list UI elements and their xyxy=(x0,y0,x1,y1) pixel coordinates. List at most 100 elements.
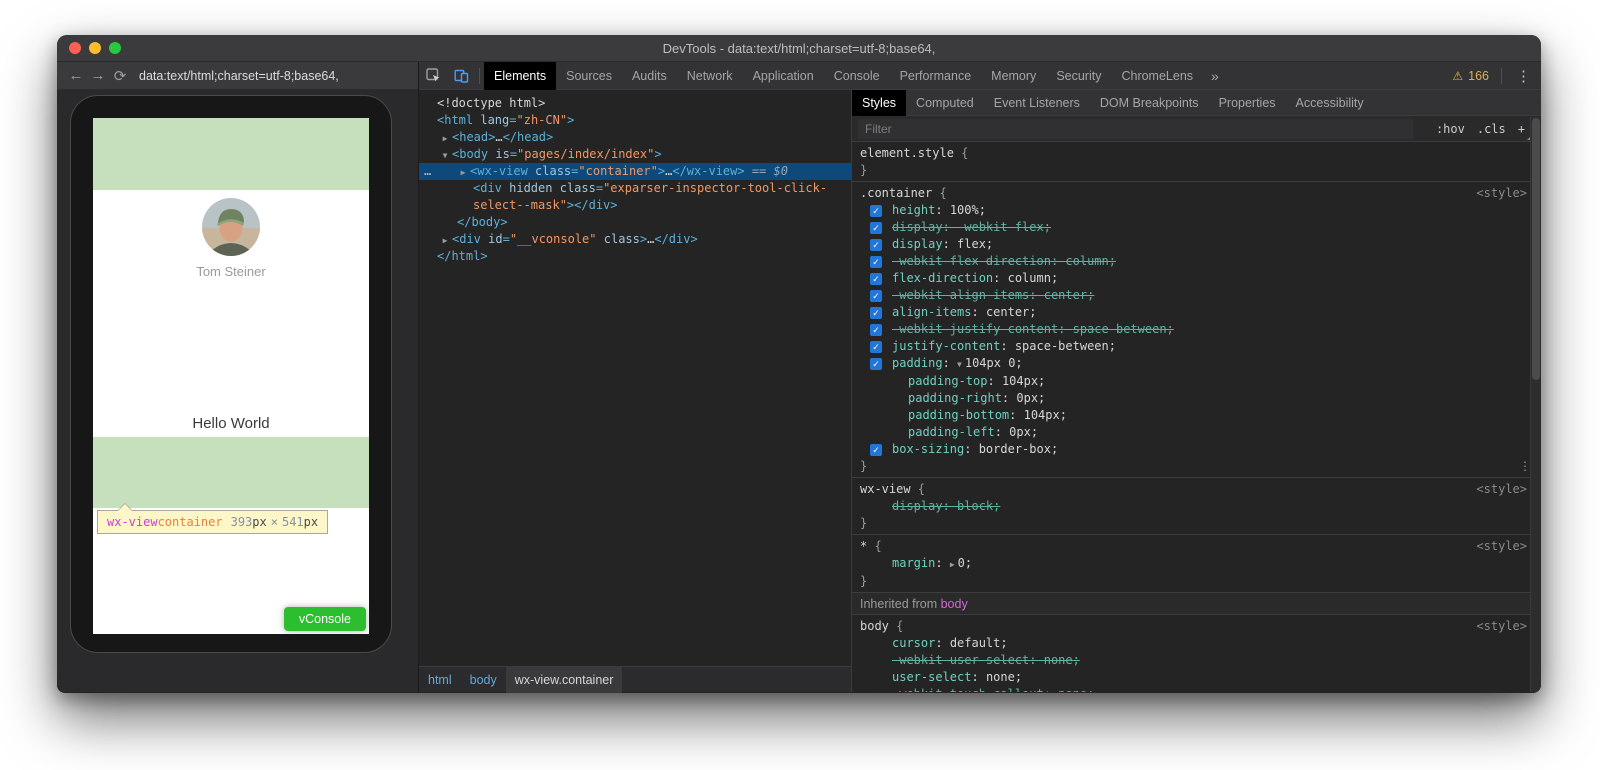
dom-node[interactable]: </html> xyxy=(419,248,851,265)
tab-chromelens[interactable]: ChromeLens xyxy=(1111,62,1203,90)
fullscreen-window-button[interactable] xyxy=(109,42,121,54)
dom-node-selected[interactable]: …▶<wx-view class="container">…</wx-view>… xyxy=(419,163,851,180)
css-property[interactable]: ✓padding: ▼104px 0; xyxy=(852,355,1541,373)
stylesheet-link[interactable]: <style> xyxy=(1476,185,1527,202)
sidebar-tab-accessibility[interactable]: Accessibility xyxy=(1286,90,1374,116)
css-property[interactable]: ✓height: 100%; xyxy=(852,202,1541,219)
css-selector[interactable]: element.style xyxy=(860,146,954,160)
tab-sources[interactable]: Sources xyxy=(556,62,622,90)
tab-network[interactable]: Network xyxy=(677,62,743,90)
property-checkbox[interactable]: ✓ xyxy=(870,341,882,353)
expand-closed-icon[interactable]: ▶ xyxy=(439,232,451,249)
stylesheet-link[interactable]: <style> xyxy=(1476,481,1527,498)
dom-node[interactable]: <html lang="zh-CN"> xyxy=(419,112,851,129)
css-property[interactable]: ✓justify-content: space-between; xyxy=(852,338,1541,355)
expand-open-icon[interactable]: ▼ xyxy=(439,147,451,164)
css-property[interactable]: ✓-webkit-align-items: center; xyxy=(852,287,1541,304)
property-checkbox[interactable]: ✓ xyxy=(870,205,882,217)
property-value: space-between; xyxy=(1015,339,1116,353)
stylesheet-link[interactable]: <style> xyxy=(1476,538,1527,555)
css-property[interactable]: cursor: default; xyxy=(852,635,1541,652)
address-bar[interactable]: data:text/html;charset=utf-8;base64, xyxy=(139,69,339,83)
device-screen[interactable]: Tom Steiner Hello World wx-viewcontainer… xyxy=(93,118,369,634)
sidebar-tab-dom-breakpoints[interactable]: DOM Breakpoints xyxy=(1090,90,1209,116)
tab-elements[interactable]: Elements xyxy=(484,62,556,90)
property-checkbox[interactable]: ✓ xyxy=(870,307,882,319)
minimize-window-button[interactable] xyxy=(89,42,101,54)
property-checkbox[interactable]: ✓ xyxy=(870,324,882,336)
property-checkbox[interactable]: ✓ xyxy=(870,222,882,234)
vconsole-button[interactable]: vConsole xyxy=(284,607,366,631)
css-property[interactable]: ✓-webkit-justify-content: space-between; xyxy=(852,321,1541,338)
back-icon[interactable]: ← xyxy=(65,67,87,84)
property-name: margin xyxy=(892,556,935,570)
inspect-element-icon[interactable] xyxy=(419,62,447,90)
tab-console[interactable]: Console xyxy=(824,62,890,90)
css-selector[interactable]: .container xyxy=(860,186,932,200)
dom-node[interactable]: ▶<head>…</head> xyxy=(419,129,851,146)
sidebar-tab-event-listeners[interactable]: Event Listeners xyxy=(984,90,1090,116)
toggle-hover-state-button[interactable]: :hov xyxy=(1436,122,1465,136)
property-warning-icon: ⚠ xyxy=(870,686,876,692)
reload-icon[interactable]: ⟳ xyxy=(109,67,131,85)
css-property[interactable]: ✓align-items: center; xyxy=(852,304,1541,321)
sidebar-tab-computed[interactable]: Computed xyxy=(906,90,984,116)
property-checkbox[interactable]: ✓ xyxy=(870,256,882,268)
property-value: flex; xyxy=(957,237,993,251)
dom-node[interactable]: ▶<div id="__vconsole" class>…</div> xyxy=(419,231,851,248)
crumb-wx-view-container[interactable]: wx-view.container xyxy=(506,667,623,693)
css-property[interactable]: -webkit-user-select: none; xyxy=(852,652,1541,669)
css-property[interactable]: ✓-webkit-flex-direction: column; xyxy=(852,253,1541,270)
css-property[interactable]: padding-top: 104px; xyxy=(852,373,1541,390)
css-property[interactable]: ⚠-webkit-touch-callout: none; xyxy=(852,686,1541,692)
dom-node[interactable]: <!doctype html> xyxy=(419,95,851,112)
tab-performance[interactable]: Performance xyxy=(890,62,982,90)
css-property[interactable]: padding-bottom: 104px; xyxy=(852,407,1541,424)
css-selector[interactable]: body xyxy=(860,619,889,633)
tab-application[interactable]: Application xyxy=(743,62,824,90)
more-tabs-icon[interactable]: » xyxy=(1203,62,1227,90)
css-property[interactable]: ✓box-sizing: border-box; xyxy=(852,441,1541,458)
sidebar-tab-styles[interactable]: Styles xyxy=(852,90,906,116)
dom-node[interactable]: select--mask"></div> xyxy=(419,197,851,214)
css-property[interactable]: padding-left: 0px; xyxy=(852,424,1541,441)
css-property[interactable]: ✓flex-direction: column; xyxy=(852,270,1541,287)
sidebar-tab-properties[interactable]: Properties xyxy=(1209,90,1286,116)
new-style-rule-button[interactable]: + xyxy=(1518,122,1525,136)
scrollbar-thumb[interactable] xyxy=(1532,118,1540,380)
window-titlebar[interactable]: DevTools - data:text/html;charset=utf-8;… xyxy=(57,35,1541,62)
property-checkbox[interactable]: ✓ xyxy=(870,290,882,302)
dom-node[interactable]: </body> xyxy=(419,214,851,231)
css-property[interactable]: display: block; xyxy=(852,498,1541,515)
devtools-menu-icon[interactable]: ⋮ xyxy=(1506,67,1541,85)
css-property[interactable]: ✓display: flex; xyxy=(852,236,1541,253)
close-window-button[interactable] xyxy=(69,42,81,54)
shorthand-closed-icon[interactable]: ▶ xyxy=(950,560,955,569)
stylesheet-link[interactable]: <style> xyxy=(1476,618,1527,635)
dom-node[interactable]: <div hidden class="exparser-inspector-to… xyxy=(419,180,851,197)
expand-closed-icon[interactable]: ▶ xyxy=(439,130,451,147)
property-checkbox[interactable]: ✓ xyxy=(870,239,882,251)
property-checkbox[interactable]: ✓ xyxy=(870,273,882,285)
inherited-node-link[interactable]: body xyxy=(941,597,968,611)
tab-audits[interactable]: Audits xyxy=(622,62,677,90)
property-checkbox[interactable]: ✓ xyxy=(870,444,882,456)
shorthand-open-icon[interactable]: ▼ xyxy=(957,360,962,369)
forward-icon[interactable]: → xyxy=(87,67,109,84)
css-property[interactable]: user-select: none; xyxy=(852,669,1541,686)
styles-filter-input[interactable] xyxy=(858,119,1413,139)
css-selector[interactable]: wx-view xyxy=(860,482,911,496)
tab-memory[interactable]: Memory xyxy=(981,62,1046,90)
css-property[interactable]: margin: ▶0; xyxy=(852,555,1541,573)
dom-node[interactable]: ▼<body is="pages/index/index"> xyxy=(419,146,851,163)
console-warning-badge[interactable]: ⚠ 166 xyxy=(1452,69,1489,83)
crumb-body[interactable]: body xyxy=(461,667,506,693)
toggle-device-toolbar-icon[interactable] xyxy=(447,62,475,90)
toggle-class-button[interactable]: .cls xyxy=(1477,122,1506,136)
property-checkbox[interactable]: ✓ xyxy=(870,358,882,370)
css-property[interactable]: ✓display: -webkit-flex; xyxy=(852,219,1541,236)
tab-security[interactable]: Security xyxy=(1046,62,1111,90)
crumb-html[interactable]: html xyxy=(419,667,461,693)
expand-closed-icon[interactable]: ▶ xyxy=(457,164,469,181)
css-property[interactable]: padding-right: 0px; xyxy=(852,390,1541,407)
